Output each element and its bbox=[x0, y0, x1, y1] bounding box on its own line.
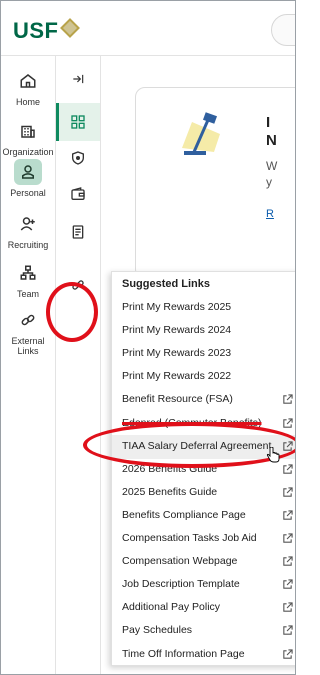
external-link-icon bbox=[283, 394, 293, 405]
nav-label-external-links-line2: Links bbox=[17, 346, 39, 356]
external-link-icon bbox=[283, 579, 293, 589]
suggested-link-label: Print My Rewards 2023 bbox=[122, 347, 232, 360]
suggested-link-item[interactable]: Pay Schedules bbox=[112, 619, 295, 643]
collapse-arrow-icon bbox=[73, 74, 84, 84]
annotation-ellipse-rail-link bbox=[46, 282, 98, 342]
suggested-link-item[interactable]: Additional Pay Policy bbox=[112, 596, 295, 620]
rail-item-wallet[interactable] bbox=[56, 175, 100, 213]
info-card: I N W y R bbox=[135, 87, 295, 279]
suggested-link-label: Job Description Template bbox=[122, 578, 240, 591]
grid-icon bbox=[71, 115, 85, 129]
document-icon bbox=[72, 225, 84, 239]
suggested-link-item[interactable]: Print My Rewards 2024 bbox=[112, 319, 295, 343]
hand-cursor-icon bbox=[266, 447, 280, 463]
suggested-link-item[interactable]: Compensation Tasks Job Aid bbox=[112, 527, 295, 551]
external-link-icon bbox=[283, 648, 293, 659]
suggested-link-label: Print My Rewards 2025 bbox=[122, 301, 232, 313]
suggested-link-item[interactable]: Job Description Template bbox=[112, 573, 295, 597]
rail-collapse-button[interactable] bbox=[56, 60, 100, 98]
suggested-link-label: Time Off Information Page bbox=[122, 647, 245, 660]
team-icon bbox=[20, 265, 36, 280]
app-window: USF Home Organization Personal Recruitin… bbox=[0, 0, 296, 675]
external-link-icon bbox=[283, 417, 293, 428]
suggested-link-label: Benefits Compliance Page bbox=[122, 508, 246, 521]
nav-label-organization: Organization bbox=[2, 147, 54, 157]
suggested-link-label: Compensation Webpage bbox=[122, 555, 238, 568]
link-icon bbox=[21, 314, 35, 326]
card-title-line2: N bbox=[266, 132, 277, 149]
wallet-icon bbox=[71, 187, 85, 200]
rail-item-document[interactable] bbox=[56, 213, 100, 251]
suggested-link-item[interactable]: Print My Rewards 2022 bbox=[112, 365, 295, 389]
nav-item-team[interactable]: Team bbox=[1, 260, 55, 299]
nav-item-organization[interactable]: Organization bbox=[1, 118, 55, 157]
suggested-link-item[interactable]: Benefit Resource (FSA) bbox=[112, 388, 295, 412]
card-text-line1: W bbox=[266, 159, 278, 173]
external-link-icon bbox=[283, 464, 293, 474]
nav-label-personal: Personal bbox=[10, 188, 46, 198]
shield-icon bbox=[72, 151, 84, 165]
card-title: I N bbox=[266, 114, 295, 150]
nav-label-team: Team bbox=[16, 289, 39, 299]
logo-diamond-icon bbox=[60, 18, 80, 38]
suggested-links-title: Suggested Links bbox=[122, 278, 211, 290]
card-title-line1: I bbox=[266, 114, 271, 131]
suggested-link-item[interactable]: Print My Rewards 2025 bbox=[112, 296, 295, 320]
external-link-icon bbox=[283, 533, 293, 543]
suggested-link-item[interactable]: Time Off Information Page bbox=[112, 643, 295, 667]
external-link-icon bbox=[283, 487, 293, 497]
external-link-icon bbox=[283, 510, 293, 520]
external-link-icon bbox=[283, 602, 293, 613]
left-navigation: Home Organization Personal Recruiting Te… bbox=[1, 56, 56, 674]
home-icon bbox=[20, 74, 36, 88]
nav-item-personal[interactable]: Personal bbox=[1, 159, 55, 198]
nav-label-home: Home bbox=[15, 97, 40, 107]
card-link[interactable]: R bbox=[266, 208, 274, 220]
lamp-illustration-icon bbox=[182, 112, 220, 155]
external-link-icon bbox=[283, 625, 293, 636]
suggested-link-label: 2025 Benefits Guide bbox=[122, 485, 218, 498]
suggested-link-label: Compensation Tasks Job Aid bbox=[122, 532, 257, 544]
suggested-link-item[interactable]: Compensation Webpage bbox=[112, 550, 295, 574]
suggested-link-label: Benefit Resource (FSA) bbox=[122, 393, 233, 406]
nav-label-external-links-line1: External bbox=[11, 336, 45, 346]
suggested-link-item[interactable]: 2025 Benefits Guide bbox=[112, 481, 295, 505]
nav-item-recruiting[interactable]: Recruiting bbox=[1, 211, 55, 250]
recruiting-icon bbox=[20, 217, 35, 231]
secondary-rail bbox=[56, 56, 101, 674]
card-text-line2: y bbox=[266, 175, 272, 189]
suggested-link-label: Additional Pay Policy bbox=[122, 601, 221, 614]
suggested-link-item[interactable]: Print My Rewards 2023 bbox=[112, 342, 295, 366]
person-icon bbox=[22, 165, 34, 179]
top-header: USF bbox=[1, 1, 295, 56]
suggested-links-menu: Suggested Links Print My Rewards 2025 Pri… bbox=[111, 271, 295, 667]
organization-icon bbox=[21, 125, 35, 138]
card-text: W y bbox=[266, 158, 295, 190]
rail-item-shield[interactable] bbox=[56, 139, 100, 177]
header-pill-button[interactable] bbox=[271, 14, 295, 46]
external-link-icon bbox=[283, 556, 293, 566]
nav-item-home[interactable]: Home bbox=[1, 68, 55, 107]
usf-logo[interactable]: USF bbox=[13, 18, 59, 44]
suggested-link-item[interactable]: Benefits Compliance Page bbox=[112, 504, 295, 528]
suggested-link-label: Print My Rewards 2022 bbox=[122, 370, 232, 383]
rail-item-grid[interactable] bbox=[56, 103, 100, 141]
suggested-link-label: Pay Schedules bbox=[122, 624, 193, 637]
nav-label-recruiting: Recruiting bbox=[7, 240, 49, 250]
annotation-ellipse-tiaa-item bbox=[83, 422, 295, 468]
suggested-link-label: Print My Rewards 2024 bbox=[122, 324, 232, 337]
